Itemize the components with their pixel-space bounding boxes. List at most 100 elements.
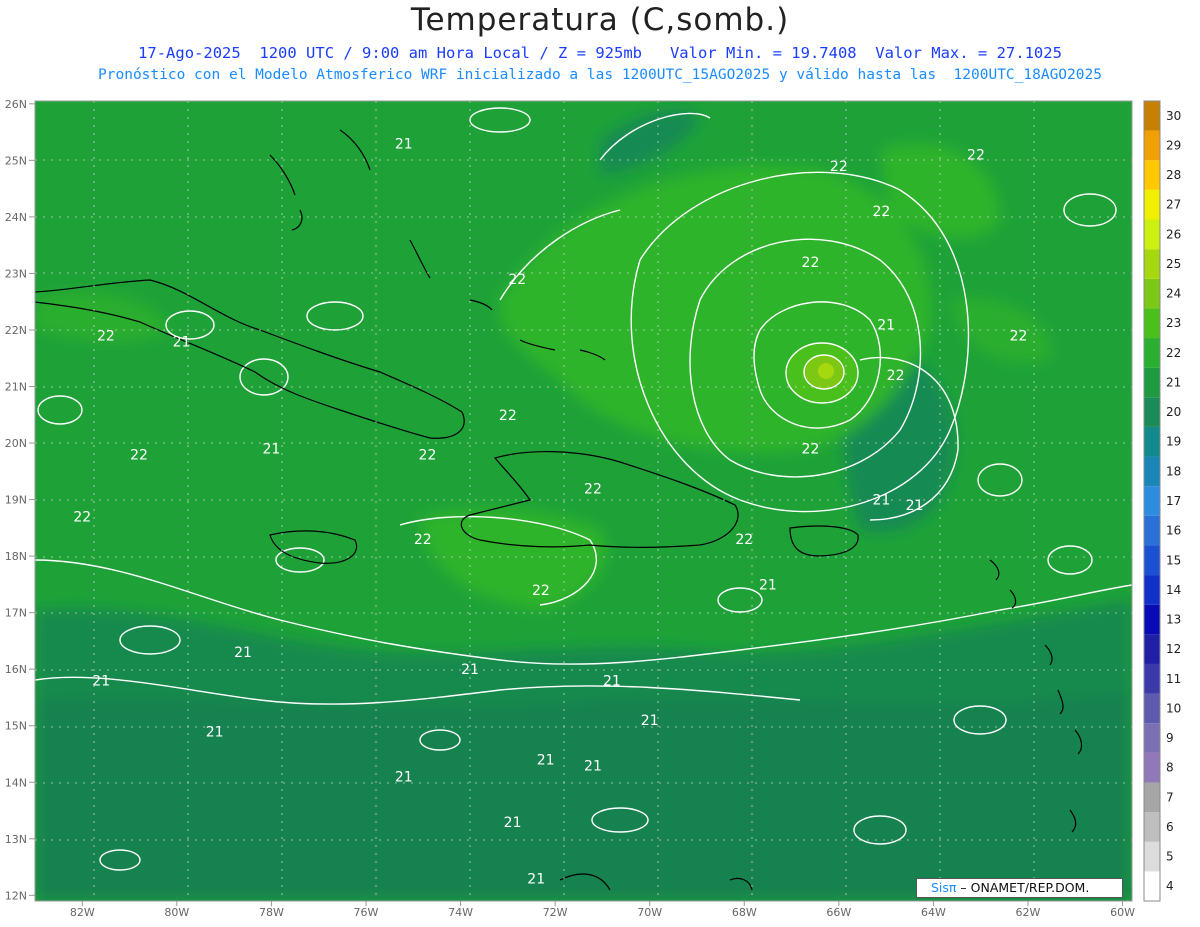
colorbar-label: 11 [1166, 672, 1181, 686]
lat-tick-label: 12N [5, 889, 27, 902]
contour-label: 21 [872, 493, 890, 509]
colorbar-label: 5 [1166, 850, 1174, 864]
credit-box: Sisπ – ONAMET/REP.DOM. [916, 878, 1123, 898]
contour-label: 21 [584, 758, 602, 774]
colorbar: 4 5 6 7 8 9 10 11 12 13 14 15 16 17 18 19 20 21 22 23 24 25 26… [1143, 100, 1181, 902]
colorbar-label: 29 [1166, 138, 1181, 152]
colorbar-swatch [1144, 575, 1160, 605]
contour-label: 21 [641, 713, 659, 729]
colorbar-label: 4 [1166, 879, 1174, 893]
weather-map: 21 22 21 21 22 22 22 22 22 22 22 22 22 22 22 22 22 21 22 22… [5, 98, 1182, 919]
temperature-field: 21 22 21 21 22 22 22 22 22 22 22 22 22 22 22 22 22 21 22 22… [35, 101, 1132, 901]
colorbar-label: 23 [1166, 316, 1181, 330]
contour-label: 21 [395, 770, 413, 786]
lon-tick-label: 66W [826, 906, 851, 919]
contour-label: 21 [461, 662, 479, 678]
contour-label: 21 [173, 334, 191, 350]
colorbar-swatch [1144, 308, 1160, 339]
contour-label: 21 [906, 498, 924, 514]
lat-tick-label: 13N [5, 833, 27, 846]
lat-tick-label: 22N [5, 324, 27, 337]
lon-tick-label: 78W [259, 906, 284, 919]
colorbar-swatch [1144, 189, 1160, 220]
contour-label: 22 [1010, 329, 1028, 345]
contour-label: 22 [414, 532, 432, 548]
colorbar-swatch [1144, 219, 1160, 250]
colorbar-swatch [1144, 634, 1160, 664]
contour-label: 21 [263, 442, 281, 458]
credit-text: – ONAMET/REP.DOM. [956, 880, 1090, 895]
colorbar-swatch [1144, 515, 1160, 546]
contour-label: 21 [395, 136, 413, 152]
colorbar-label: 16 [1166, 524, 1181, 538]
lat-tick-label: 16N [5, 663, 27, 676]
colorbar-swatch [1144, 338, 1160, 368]
contour-label: 21 [603, 674, 621, 690]
lon-tick-label: 60W [1110, 906, 1135, 919]
contour-label: 22 [967, 148, 985, 164]
brand-logo: Sisπ [931, 880, 957, 895]
contour-label: 22 [130, 447, 148, 463]
contour-label: 21 [504, 815, 522, 831]
lat-tick-label: 18N [5, 550, 27, 563]
colorbar-label: 14 [1166, 583, 1181, 597]
colorbar-label: 12 [1166, 642, 1181, 656]
colorbar-swatch [1144, 812, 1160, 842]
colorbar-swatch [1144, 486, 1160, 516]
colorbar-label: 17 [1166, 494, 1181, 508]
latitude-axis: 26N 25N 24N 23N 22N 21N 20N 19N 18N 17N 16N 15N 14N 1… [5, 98, 35, 902]
colorbar-swatch [1144, 841, 1160, 872]
colorbar-swatch [1144, 545, 1160, 576]
contour-label: 22 [802, 255, 820, 271]
colorbar-swatch [1144, 782, 1160, 813]
lon-tick-label: 72W [543, 906, 568, 919]
colorbar-swatch [1144, 101, 1160, 131]
colorbar-swatch [1144, 249, 1160, 279]
contour-label: 22 [97, 329, 115, 345]
contour-label: 21 [759, 577, 777, 593]
colorbar-swatch [1144, 723, 1160, 753]
lat-tick-label: 17N [5, 607, 27, 620]
colorbar-label: 22 [1166, 346, 1181, 360]
colorbar-label: 13 [1166, 613, 1181, 627]
colorbar-swatch [1144, 397, 1160, 427]
colorbar-swatch [1144, 871, 1160, 901]
lon-tick-label: 82W [70, 906, 95, 919]
colorbar-label: 10 [1166, 701, 1181, 715]
lon-tick-label: 68W [732, 906, 757, 919]
lat-tick-label: 20N [5, 437, 27, 450]
contour-label: 21 [234, 645, 252, 661]
colorbar-swatch [1144, 693, 1160, 724]
colorbar-swatch [1144, 456, 1160, 487]
colorbar-swatch [1144, 663, 1160, 694]
colorbar-label: 20 [1166, 405, 1181, 419]
colorbar-label: 6 [1166, 820, 1174, 834]
colorbar-swatch [1144, 752, 1160, 783]
colorbar-label: 15 [1166, 553, 1181, 567]
contour-label: 21 [206, 724, 224, 740]
contour-label: 22 [802, 442, 820, 458]
lat-tick-label: 15N [5, 720, 27, 733]
lat-tick-label: 26N [5, 98, 27, 111]
contour-label: 22 [532, 583, 550, 599]
colorbar-label: 26 [1166, 227, 1181, 241]
lon-tick-label: 64W [921, 906, 946, 919]
contour-label: 21 [537, 753, 555, 769]
colorbar-label: 18 [1166, 464, 1181, 478]
colorbar-label: 19 [1166, 435, 1181, 449]
colorbar-label: 24 [1166, 287, 1181, 301]
colorbar-swatch [1144, 278, 1160, 309]
lon-tick-label: 62W [1016, 906, 1041, 919]
colorbar-swatch [1144, 130, 1160, 161]
contour-label: 22 [830, 159, 848, 175]
contour-label: 22 [73, 510, 91, 526]
colorbar-swatch [1144, 160, 1160, 190]
lat-tick-label: 23N [5, 267, 27, 280]
contour-label: 22 [584, 481, 602, 497]
contour-label: 22 [508, 272, 526, 288]
colorbar-label: 9 [1166, 731, 1174, 745]
colorbar-label: 30 [1166, 109, 1181, 123]
lon-tick-label: 70W [637, 906, 662, 919]
contour-label: 22 [735, 532, 753, 548]
longitude-axis: 82W 80W 78W 76W 74W 72W 70W 68W 66W 64W 62W 60W [70, 901, 1135, 919]
